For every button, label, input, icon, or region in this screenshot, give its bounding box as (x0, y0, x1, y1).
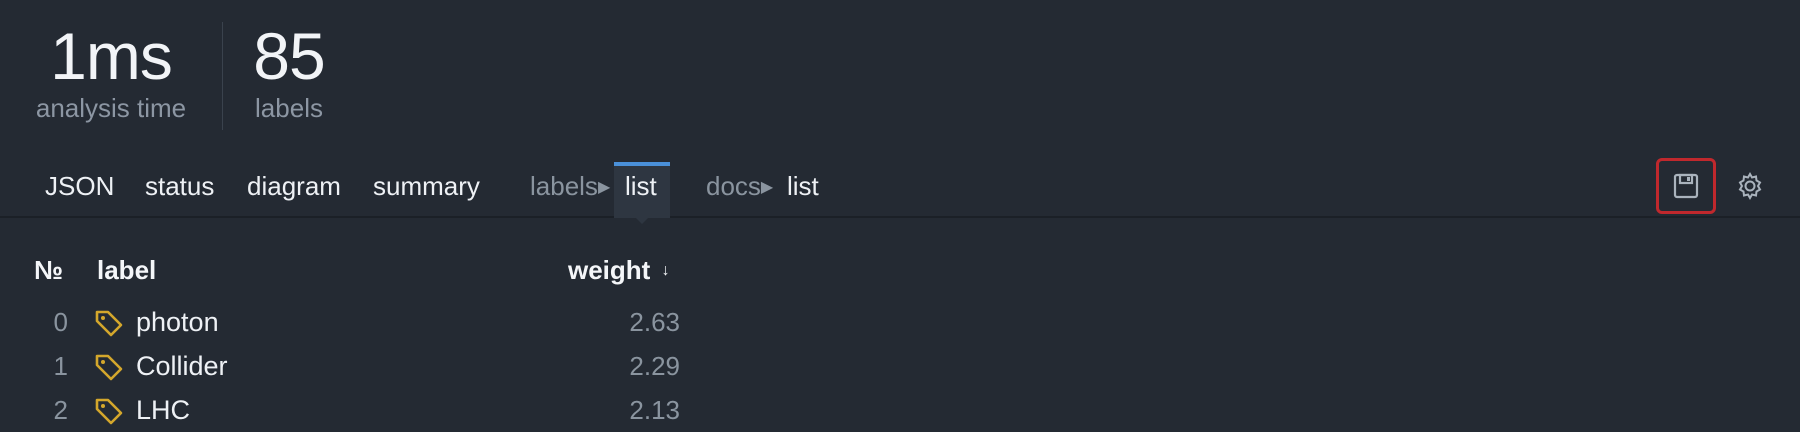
settings-button[interactable] (1720, 158, 1780, 214)
labels-count-value: 85 (253, 19, 325, 93)
tag-icon (95, 354, 123, 381)
table-row[interactable]: 1 Collider 2.29 (0, 344, 700, 388)
tag-icon (95, 310, 123, 337)
tab-docs-breadcrumb[interactable]: docs▶ (706, 160, 775, 214)
tab-json[interactable]: JSON (45, 160, 114, 212)
column-header-weight[interactable]: weight ↓ (568, 250, 670, 291)
tag-icon (95, 398, 123, 425)
gear-icon (1738, 171, 1762, 201)
row-label: Collider (136, 351, 228, 381)
row-label: LHC (136, 395, 191, 425)
table-row[interactable]: 2 LHC 2.13 (0, 388, 700, 432)
labels-crumb-label: labels (530, 171, 598, 201)
analysis-time-label: analysis time (35, 93, 187, 123)
row-number: 1 (53, 351, 68, 381)
labels-count-stat: 85 labels (250, 20, 328, 124)
breadcrumb-arrow-icon: ▶ (597, 179, 611, 196)
tab-labels-list[interactable]: list (625, 160, 657, 212)
tab-diagram[interactable]: diagram (247, 160, 341, 212)
labels-count-label: labels (255, 93, 323, 123)
stats-panel: 1ms analysis time 85 labels (0, 0, 1800, 155)
row-number: 2 (53, 395, 68, 425)
tab-status[interactable]: status (145, 160, 214, 212)
tab-labels-breadcrumb[interactable]: labels▶ (530, 160, 612, 214)
column-header-label[interactable]: label (97, 250, 156, 290)
save-button[interactable] (1656, 158, 1716, 214)
docs-crumb-label: docs (706, 171, 761, 201)
row-number: 0 (53, 307, 68, 337)
sort-descending-icon: ↓ (661, 262, 670, 279)
tab-docs-list[interactable]: list (787, 160, 819, 212)
table-row[interactable]: 0 photon 2.63 (0, 300, 700, 344)
stat-divider (222, 22, 223, 130)
row-weight: 2.13 (629, 395, 680, 425)
column-header-number[interactable]: № (34, 250, 63, 290)
active-tab-caret (632, 214, 652, 224)
analysis-time-value: 1ms (50, 19, 173, 93)
analysis-time-stat: 1ms analysis time (30, 20, 192, 124)
tab-summary[interactable]: summary (373, 160, 480, 212)
weight-header-label: weight (568, 255, 651, 285)
save-icon (1673, 173, 1699, 199)
breadcrumb-arrow-icon: ▶ (760, 179, 774, 196)
row-weight: 2.29 (629, 351, 680, 381)
row-label: photon (136, 307, 219, 337)
row-weight: 2.63 (629, 307, 680, 337)
